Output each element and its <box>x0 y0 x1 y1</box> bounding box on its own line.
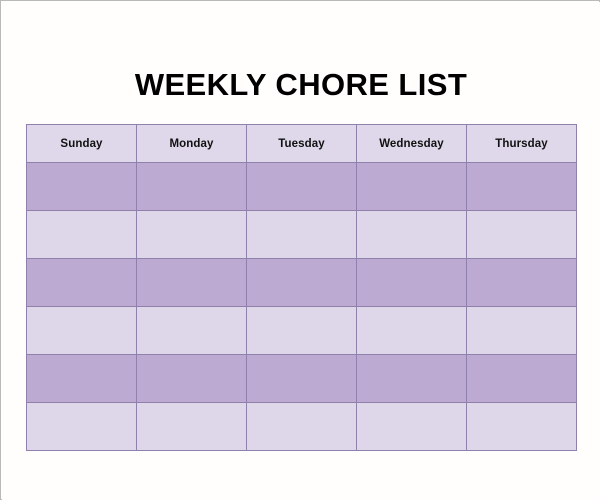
chore-cell[interactable] <box>136 162 247 211</box>
chore-cell[interactable] <box>26 258 137 307</box>
chore-cell[interactable] <box>466 306 577 355</box>
chore-cell[interactable] <box>26 306 137 355</box>
chore-cell[interactable] <box>246 162 357 211</box>
column-header-tuesday: Tuesday <box>246 124 357 163</box>
column-header-wednesday: Wednesday <box>356 124 467 163</box>
table-row <box>26 402 577 451</box>
table-row <box>26 306 577 355</box>
chore-cell[interactable] <box>136 402 247 451</box>
chore-cell[interactable] <box>466 162 577 211</box>
chore-cell[interactable] <box>26 162 137 211</box>
page-frame: WEEKLY CHORE LIST Sunday Monday Tuesday … <box>0 0 600 500</box>
column-header-thursday: Thursday <box>466 124 577 163</box>
table-row <box>26 210 577 259</box>
table-row <box>26 354 577 403</box>
chore-cell[interactable] <box>356 162 467 211</box>
chore-cell[interactable] <box>246 258 357 307</box>
chore-cell[interactable] <box>246 210 357 259</box>
chore-cell[interactable] <box>356 306 467 355</box>
chore-cell[interactable] <box>136 354 247 403</box>
table-row <box>26 258 577 307</box>
column-header-sunday: Sunday <box>26 124 137 163</box>
chore-cell[interactable] <box>246 402 357 451</box>
chore-cell[interactable] <box>246 354 357 403</box>
chore-cell[interactable] <box>136 210 247 259</box>
column-header-monday: Monday <box>136 124 247 163</box>
chore-cell[interactable] <box>26 354 137 403</box>
chore-cell[interactable] <box>26 402 137 451</box>
chore-cell[interactable] <box>466 402 577 451</box>
document-sheet: WEEKLY CHORE LIST Sunday Monday Tuesday … <box>2 2 600 500</box>
chore-cell[interactable] <box>466 354 577 403</box>
table-header-row: Sunday Monday Tuesday Wednesday Thursday <box>26 124 577 163</box>
chore-cell[interactable] <box>356 402 467 451</box>
table-header: Sunday Monday Tuesday Wednesday Thursday <box>26 124 577 163</box>
chore-cell[interactable] <box>466 210 577 259</box>
table-row <box>26 162 577 211</box>
chore-cell[interactable] <box>246 306 357 355</box>
chore-cell[interactable] <box>136 306 247 355</box>
chore-cell[interactable] <box>26 210 137 259</box>
chore-cell[interactable] <box>356 258 467 307</box>
table-body <box>26 162 577 451</box>
chore-cell[interactable] <box>356 354 467 403</box>
weekly-chore-table: Sunday Monday Tuesday Wednesday Thursday <box>26 124 577 451</box>
page-title: WEEKLY CHORE LIST <box>134 67 468 102</box>
chore-cell[interactable] <box>136 258 247 307</box>
chore-cell[interactable] <box>466 258 577 307</box>
chore-cell[interactable] <box>356 210 467 259</box>
